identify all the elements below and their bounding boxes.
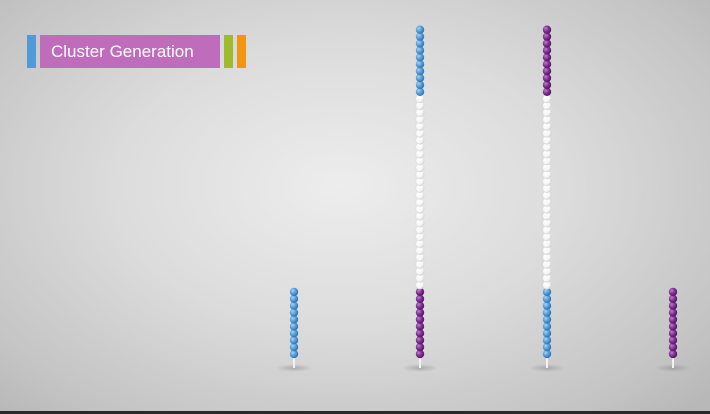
- strand-4: [655, 287, 691, 372]
- strand-2: [402, 25, 438, 372]
- purple-bead: [542, 25, 552, 34]
- strand-1: [276, 287, 312, 372]
- strand-3: [529, 25, 565, 372]
- purple-bead: [668, 287, 678, 297]
- strand-illustration: [276, 25, 691, 372]
- blue-bead: [289, 287, 299, 297]
- blue-bead: [415, 25, 425, 34]
